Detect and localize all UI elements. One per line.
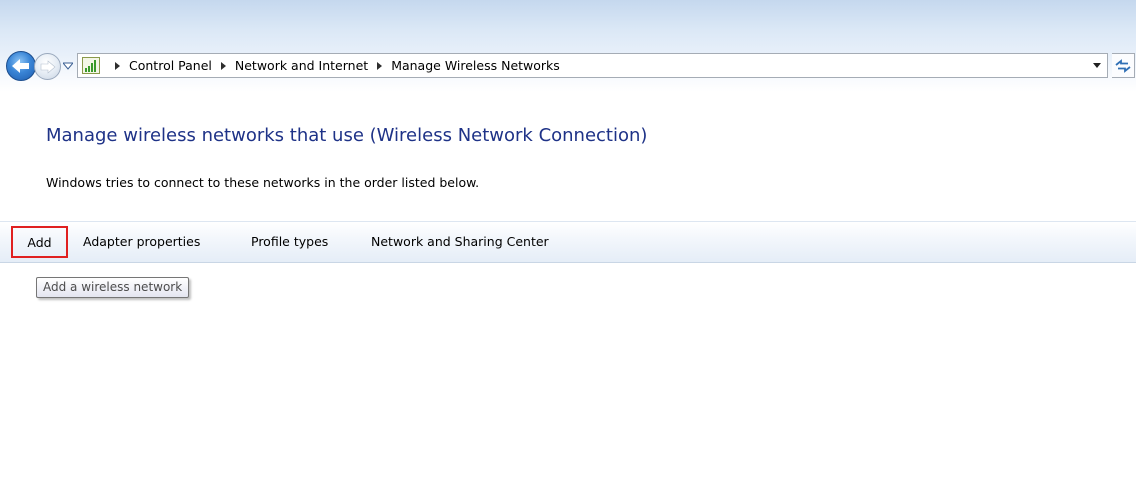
network-signal-icon xyxy=(82,57,100,74)
navigation-bar: Control Panel Network and Internet Manag… xyxy=(0,0,1136,92)
add-tooltip: Add a wireless network xyxy=(36,277,190,298)
breadcrumb-manage-wireless-networks[interactable]: Manage Wireless Networks xyxy=(391,58,560,73)
refresh-button[interactable] xyxy=(1112,53,1135,78)
control-panel-window: Control Panel Network and Internet Manag… xyxy=(0,0,1136,487)
forward-button[interactable] xyxy=(34,53,61,80)
breadcrumb-control-panel[interactable]: Control Panel xyxy=(129,58,212,73)
back-button[interactable] xyxy=(6,51,36,81)
breadcrumb: Control Panel Network and Internet Manag… xyxy=(106,54,560,77)
command-bar: Add Adapter properties Profile types Net… xyxy=(0,221,1136,263)
page-title: Manage wireless networks that use (Wirel… xyxy=(46,125,648,146)
forward-arrow-icon xyxy=(40,60,56,74)
breadcrumb-separator-icon[interactable] xyxy=(115,61,120,70)
add-button[interactable]: Add xyxy=(11,226,68,258)
network-and-sharing-center-button[interactable]: Network and Sharing Center xyxy=(371,222,549,262)
chevron-down-icon[interactable] xyxy=(1093,63,1101,68)
breadcrumb-separator-icon[interactable] xyxy=(220,61,226,70)
adapter-properties-button[interactable]: Adapter properties xyxy=(83,222,200,262)
breadcrumb-separator-icon[interactable] xyxy=(377,61,383,70)
address-bar[interactable]: Control Panel Network and Internet Manag… xyxy=(77,53,1108,78)
recent-pages-dropdown-icon[interactable] xyxy=(63,62,73,70)
profile-types-button[interactable]: Profile types xyxy=(251,222,328,262)
breadcrumb-network-and-internet[interactable]: Network and Internet xyxy=(235,58,368,73)
refresh-icon xyxy=(1115,59,1131,73)
back-arrow-icon xyxy=(12,59,29,73)
page-description: Windows tries to connect to these networ… xyxy=(46,175,480,190)
